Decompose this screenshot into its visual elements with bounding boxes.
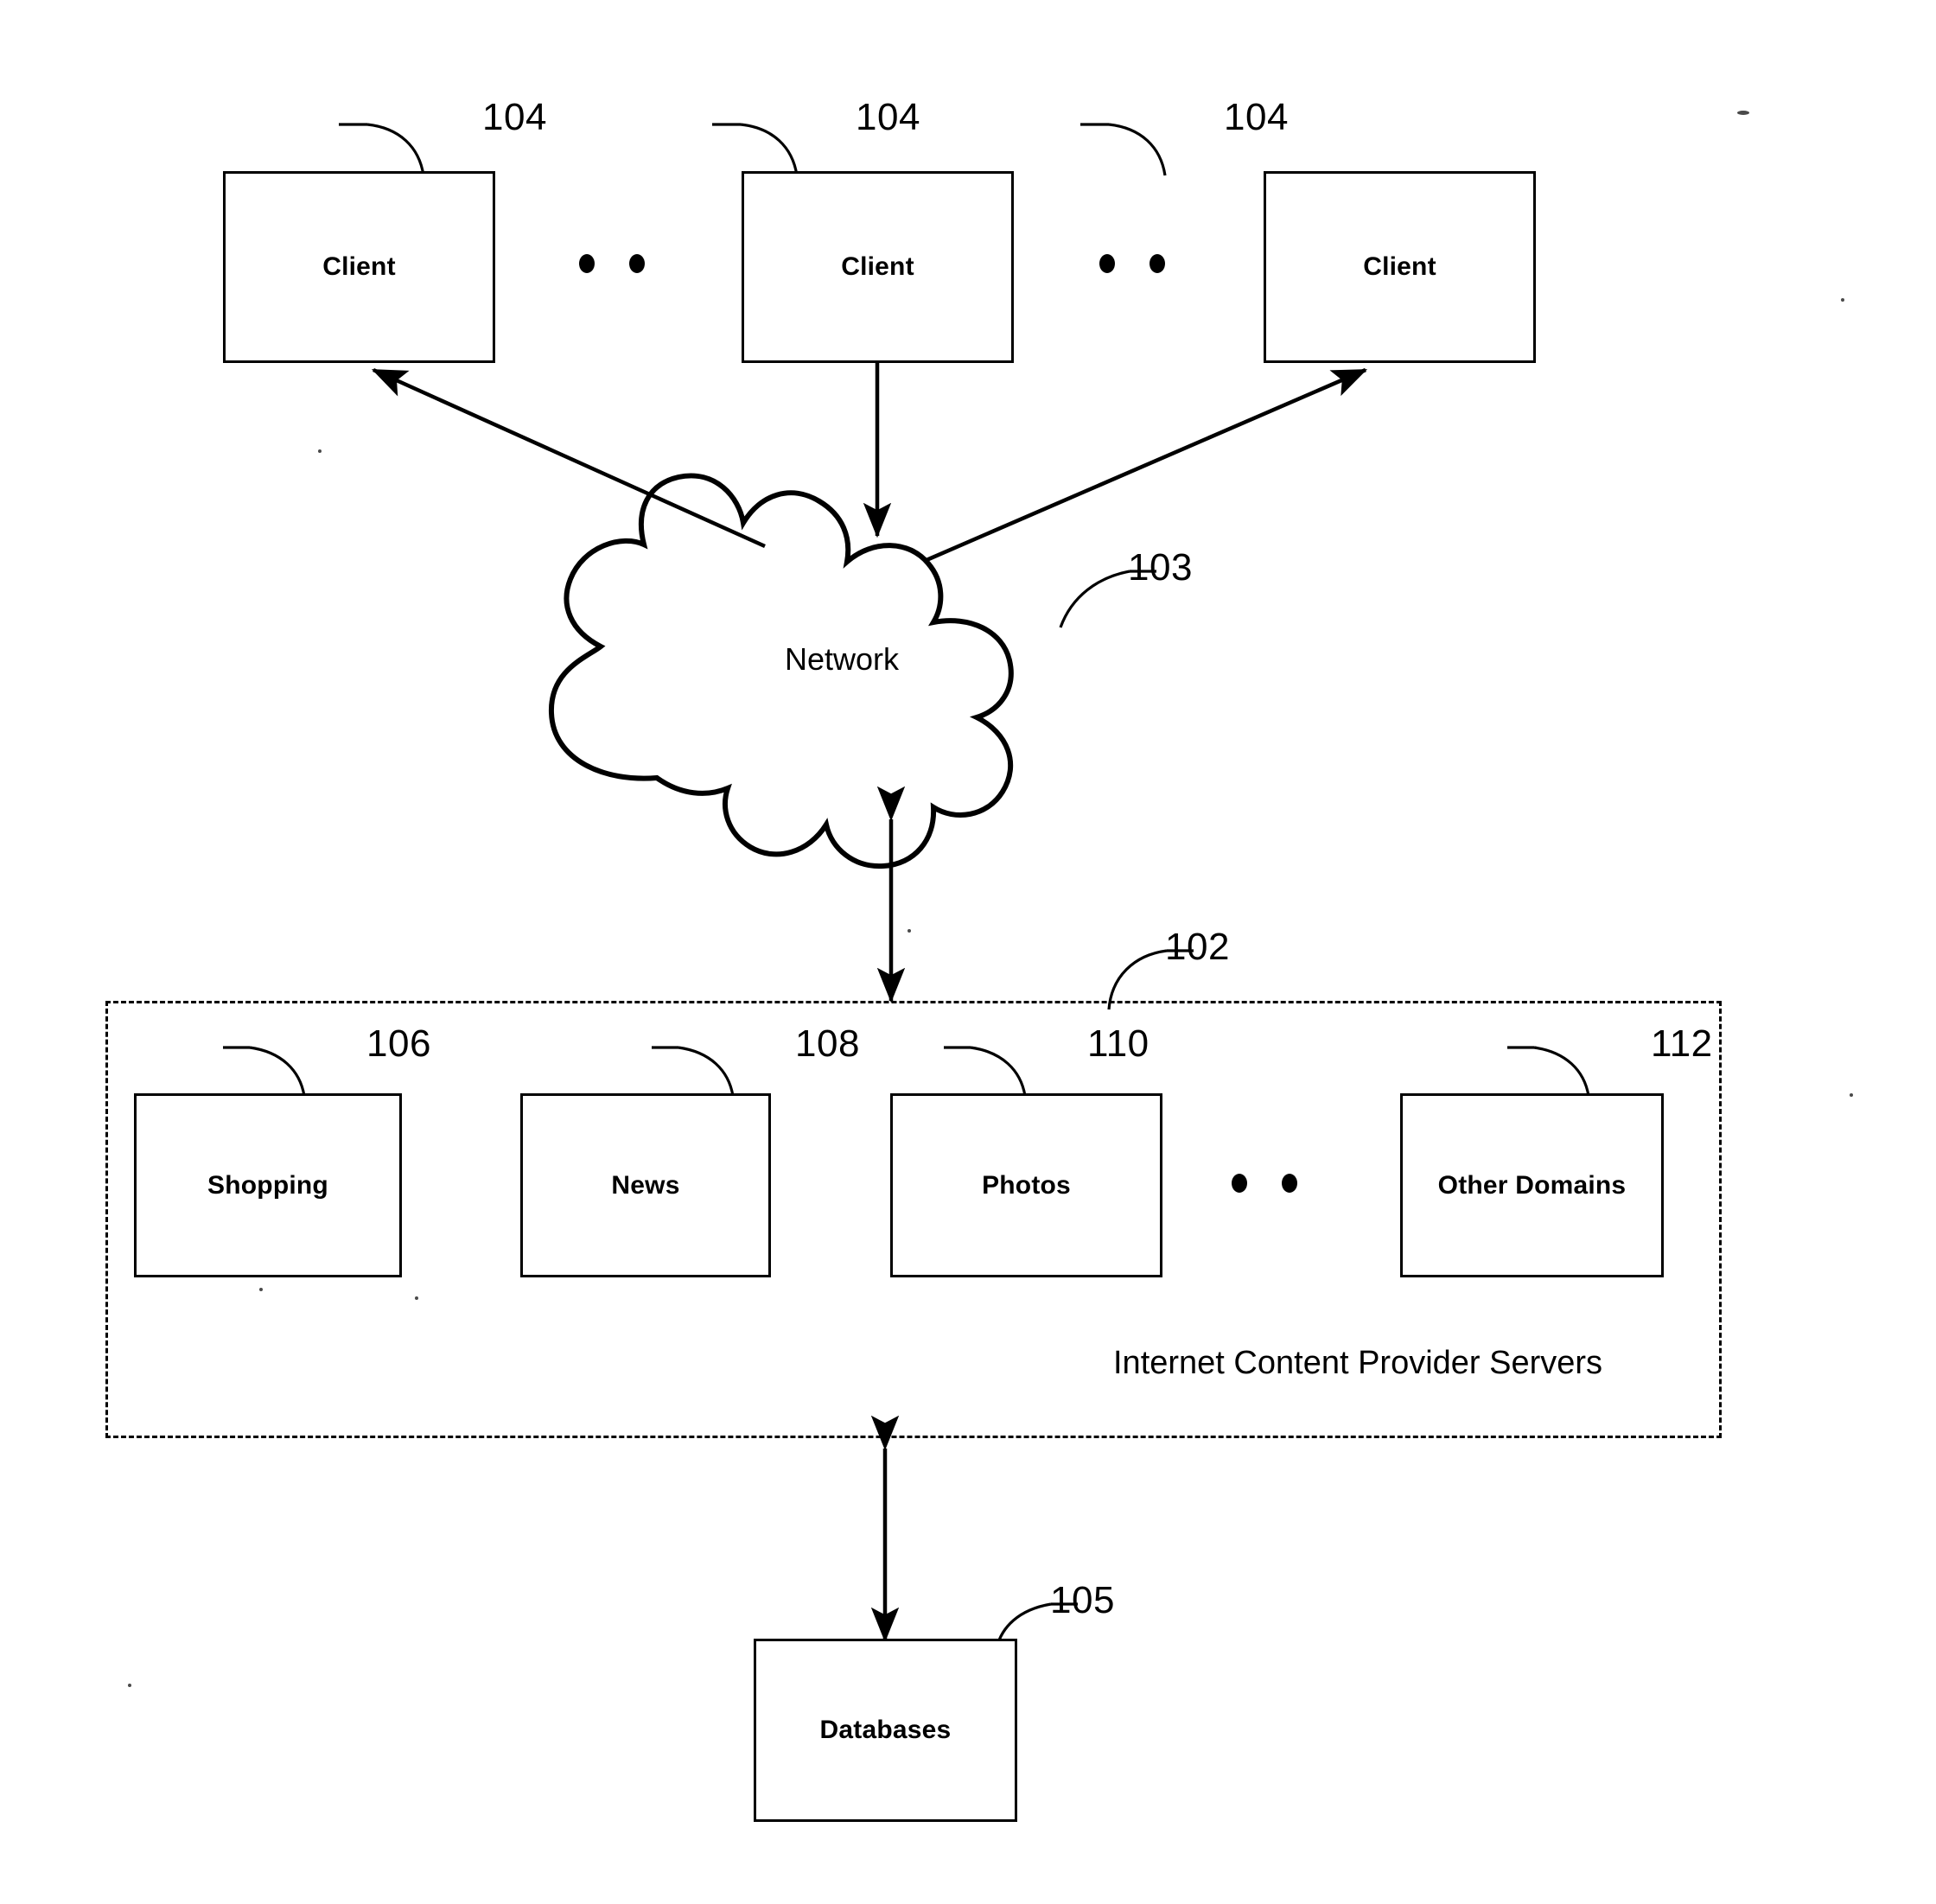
arrow-cloud-to-client-right (926, 367, 1368, 563)
databases-box-label: Databases (819, 1716, 952, 1744)
ellipsis-dot (1232, 1174, 1247, 1193)
scan-speck (128, 1684, 131, 1687)
ref-numeral-105: 105 (1050, 1579, 1115, 1621)
scan-speck (1841, 298, 1844, 302)
client-box-3-label: Client (1363, 252, 1436, 281)
server-box-news-label: News (611, 1170, 680, 1200)
scan-speck (1737, 111, 1749, 115)
scan-speck (415, 1296, 418, 1300)
ref-numeral-102: 102 (1165, 926, 1230, 968)
servers-ellipsis (1232, 1174, 1297, 1193)
client-box-2[interactable]: Client (742, 171, 1014, 363)
server-box-news[interactable]: News (520, 1093, 771, 1277)
client-box-1[interactable]: Client (223, 171, 495, 363)
patent-figure: 104 104 104 103 102 106 108 110 112 105 … (0, 0, 1936, 1904)
leader-line-104-right (1108, 123, 1167, 176)
arrow-cloud-to-client-left (371, 367, 766, 549)
leader-line-103 (1059, 570, 1130, 628)
server-box-photos[interactable]: Photos (890, 1093, 1162, 1277)
databases-box[interactable]: Databases (754, 1639, 1017, 1822)
scan-speck (1850, 1093, 1853, 1097)
server-box-other-domains[interactable]: Other Domains (1400, 1093, 1664, 1277)
server-box-photos-label: Photos (982, 1170, 1071, 1200)
ref-numeral-104-middle: 104 (856, 96, 920, 138)
ellipsis-dot (579, 254, 595, 273)
scan-speck (259, 1288, 263, 1291)
scan-speck (908, 929, 911, 933)
server-box-shopping-label: Shopping (207, 1170, 328, 1200)
client-box-3[interactable]: Client (1264, 171, 1536, 363)
clients-ellipsis-1 (579, 254, 645, 273)
ellipsis-dot (1150, 254, 1165, 273)
clients-ellipsis-2 (1099, 254, 1165, 273)
ellipsis-dot (1282, 1174, 1297, 1193)
server-box-other-domains-label: Other Domains (1437, 1170, 1627, 1200)
server-box-shopping[interactable]: Shopping (134, 1093, 402, 1277)
network-cloud-label: Network (785, 641, 900, 677)
ref-numeral-104-left: 104 (482, 96, 547, 138)
scan-speck (318, 449, 322, 453)
client-box-1-label: Client (322, 252, 396, 281)
leader-line-104-middle (740, 123, 799, 176)
client-box-2-label: Client (841, 252, 914, 281)
ellipsis-dot (629, 254, 645, 273)
network-cloud-shape (548, 473, 1014, 869)
provider-region-caption: Internet Content Provider Servers (1113, 1345, 1603, 1381)
leader-line-104-left (366, 123, 425, 176)
ref-numeral-103: 103 (1128, 546, 1193, 589)
ref-numeral-104-right: 104 (1224, 96, 1289, 138)
ellipsis-dot (1099, 254, 1115, 273)
